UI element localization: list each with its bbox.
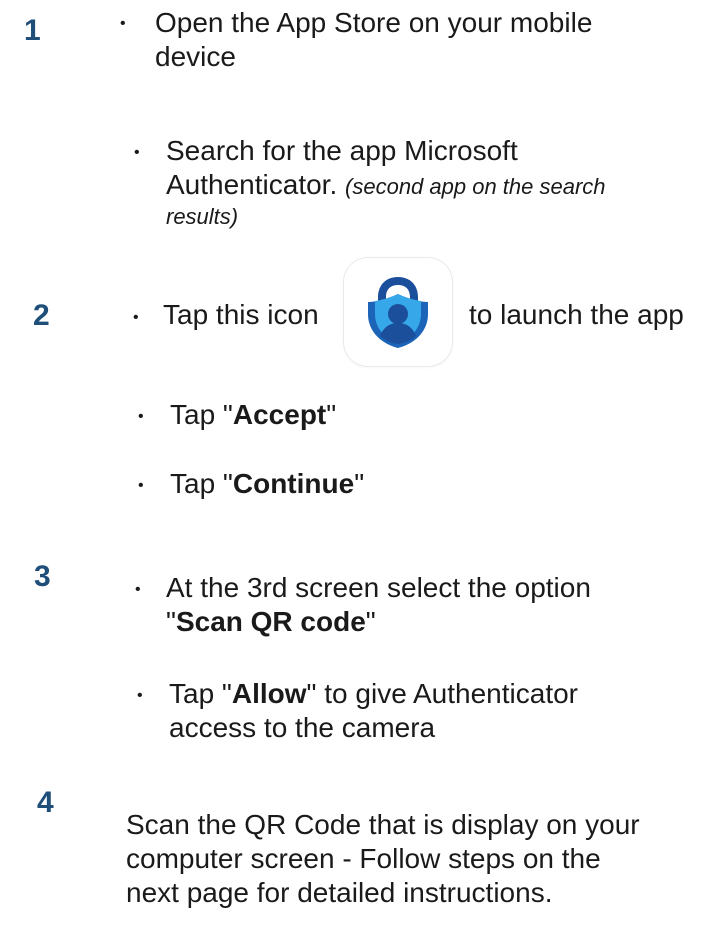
- bullet-allow: •: [137, 687, 143, 704]
- tap-continue-prefix: Tap ": [170, 468, 233, 499]
- open-store-text: Open the App Store on your mobile device: [155, 6, 592, 74]
- scan-instructions-text: Scan the QR Code that is display on your…: [126, 808, 640, 910]
- scan-qr-close-quote: ": [365, 606, 376, 637]
- step-number-2: 2: [33, 299, 50, 332]
- bullet-open-store: •: [120, 15, 126, 32]
- search-line2: Authenticator.: [166, 169, 338, 200]
- tap-continue-close-quote: ": [354, 468, 365, 499]
- bullet-search: •: [134, 144, 140, 161]
- step-number-3: 3: [34, 560, 51, 593]
- scan-qr-label: Scan QR code: [175, 606, 366, 637]
- microsoft-authenticator-app-icon[interactable]: [344, 258, 452, 366]
- step-number-1: 1: [24, 14, 41, 47]
- tap-icon-before: Tap this icon: [163, 299, 319, 330]
- bullet-continue: •: [138, 477, 144, 494]
- search-line1: Search for the app Microsoft: [166, 135, 518, 166]
- allow-label: Allow: [231, 678, 307, 709]
- third-screen-line1: At the 3rd screen select the option: [166, 572, 591, 603]
- scan-line2: computer screen - Follow steps on the: [126, 843, 601, 874]
- tap-icon-after: to launch the app: [469, 299, 684, 330]
- tap-accept-close-quote: ": [326, 399, 337, 430]
- search-text: Search for the app Microsoft Authenticat…: [166, 134, 606, 232]
- step-number-4: 4: [37, 786, 54, 819]
- bullet-third-screen: •: [135, 581, 141, 598]
- authenticator-lock-icon: [368, 277, 428, 348]
- open-store-line2: device: [155, 41, 236, 72]
- continue-label: Continue: [232, 468, 355, 499]
- scan-qr-open-quote: ": [166, 606, 176, 637]
- allow-prefix: Tap ": [169, 678, 232, 709]
- search-note-part2: results): [166, 204, 239, 229]
- search-note-part1: (second app on the search: [345, 174, 606, 199]
- scan-line1: Scan the QR Code that is display on your: [126, 809, 640, 840]
- tap-accept-text: Tap "Accept": [170, 398, 336, 432]
- allow-suffix: " to give Authenticator: [306, 678, 578, 709]
- open-store-line1: Open the App Store on your mobile: [155, 7, 593, 38]
- bullet-tap-icon: •: [133, 309, 139, 326]
- tap-accept-prefix: Tap ": [170, 399, 233, 430]
- allow-text: Tap "Allow" to give Authenticator access…: [169, 677, 578, 745]
- tap-continue-text: Tap "Continue": [170, 467, 364, 501]
- allow-line2: access to the camera: [169, 712, 436, 743]
- third-screen-text: At the 3rd screen select the option "Sca…: [166, 571, 591, 639]
- bullet-accept: •: [138, 408, 144, 425]
- accept-label: Accept: [232, 399, 327, 430]
- scan-line3: next page for detailed instructions.: [126, 877, 553, 908]
